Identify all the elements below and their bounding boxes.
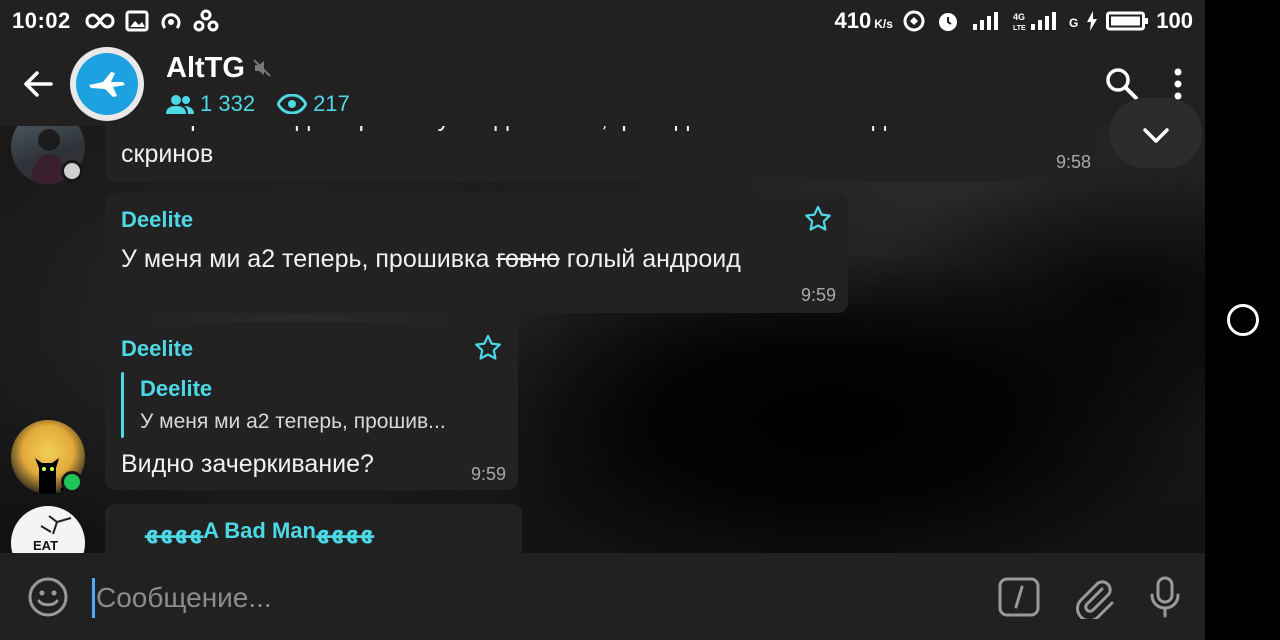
reply-text[interactable]: У меня ми а2 теперь, прошив... bbox=[140, 410, 446, 434]
attach-icon[interactable] bbox=[1072, 575, 1116, 619]
emoji-icon[interactable] bbox=[26, 575, 70, 619]
link-icon bbox=[193, 9, 219, 32]
bot-command-icon[interactable] bbox=[997, 575, 1041, 619]
home-button[interactable] bbox=[1227, 304, 1259, 336]
vibrate-icon bbox=[903, 10, 925, 32]
star-icon[interactable] bbox=[804, 205, 832, 233]
battery-icon bbox=[1106, 11, 1149, 31]
telegram-screen: 10:02 410 K/s 4G LTE G 100 AltTG 1 332 2… bbox=[0, 0, 1205, 640]
offline-indicator bbox=[61, 160, 83, 182]
message-time: 9:59 bbox=[800, 285, 836, 305]
message-text: Видно зачеркивание? bbox=[121, 450, 374, 478]
microphone-icon[interactable] bbox=[1148, 575, 1182, 619]
text-cursor bbox=[92, 578, 95, 618]
message-time: 9:59 bbox=[470, 464, 506, 484]
svg-text:4G: 4G bbox=[1013, 12, 1025, 22]
reply-bar bbox=[121, 372, 124, 438]
message-bubble-3[interactable]: Deelite Deelite У меня ми а2 теперь, про… bbox=[105, 322, 518, 490]
message-input[interactable]: Сообщение... bbox=[96, 582, 272, 614]
signal-icon bbox=[972, 12, 998, 30]
signal-4g-icon: 4G LTE bbox=[1013, 12, 1056, 32]
battery-level: 100 bbox=[1156, 8, 1193, 33]
online-indicator bbox=[61, 471, 83, 493]
status-bar: 10:02 410 K/s 4G LTE G 100 bbox=[0, 0, 1205, 42]
charging-icon bbox=[1087, 11, 1098, 31]
infinity-icon bbox=[85, 13, 115, 29]
message-bubble-2[interactable]: Deelite У меня ми а2 теперь, прошивка го… bbox=[105, 193, 848, 313]
message-text: скринов bbox=[121, 140, 214, 168]
alarm-icon bbox=[938, 13, 957, 31]
network-speed: 410 K/s bbox=[834, 8, 893, 33]
scroll-down-button[interactable] bbox=[1110, 98, 1202, 168]
message-text: У меня ми а2 теперь, прошивка говно голы… bbox=[121, 245, 741, 273]
reply-sender[interactable]: Deelite bbox=[140, 376, 212, 402]
message-input-bar: Сообщение... bbox=[0, 553, 1205, 640]
network-type-g: G bbox=[1068, 16, 1079, 30]
hotspot-icon bbox=[161, 13, 181, 29]
svg-text:EAT: EAT bbox=[33, 538, 58, 553]
strikethrough-text: говно bbox=[496, 245, 560, 273]
status-notification-icons bbox=[85, 9, 219, 33]
status-time: 10:02 bbox=[12, 8, 71, 33]
message-sender[interactable]: ﻬﻬﻬﻬA Bad Manﻬﻬﻬﻬ bbox=[145, 518, 374, 544]
chevron-down-icon bbox=[1143, 128, 1169, 143]
message-sender[interactable]: Deelite bbox=[121, 207, 193, 233]
svg-text:LTE: LTE bbox=[1013, 25, 1026, 32]
system-nav-bar bbox=[1205, 0, 1280, 640]
gallery-icon bbox=[125, 10, 149, 32]
message-time: 9:58 bbox=[1055, 152, 1091, 172]
header-overlay bbox=[0, 42, 1205, 126]
star-icon[interactable] bbox=[474, 334, 502, 362]
message-sender[interactable]: Deelite bbox=[121, 336, 193, 362]
status-system-icons: 410 K/s 4G LTE G 100 bbox=[835, 8, 1193, 34]
